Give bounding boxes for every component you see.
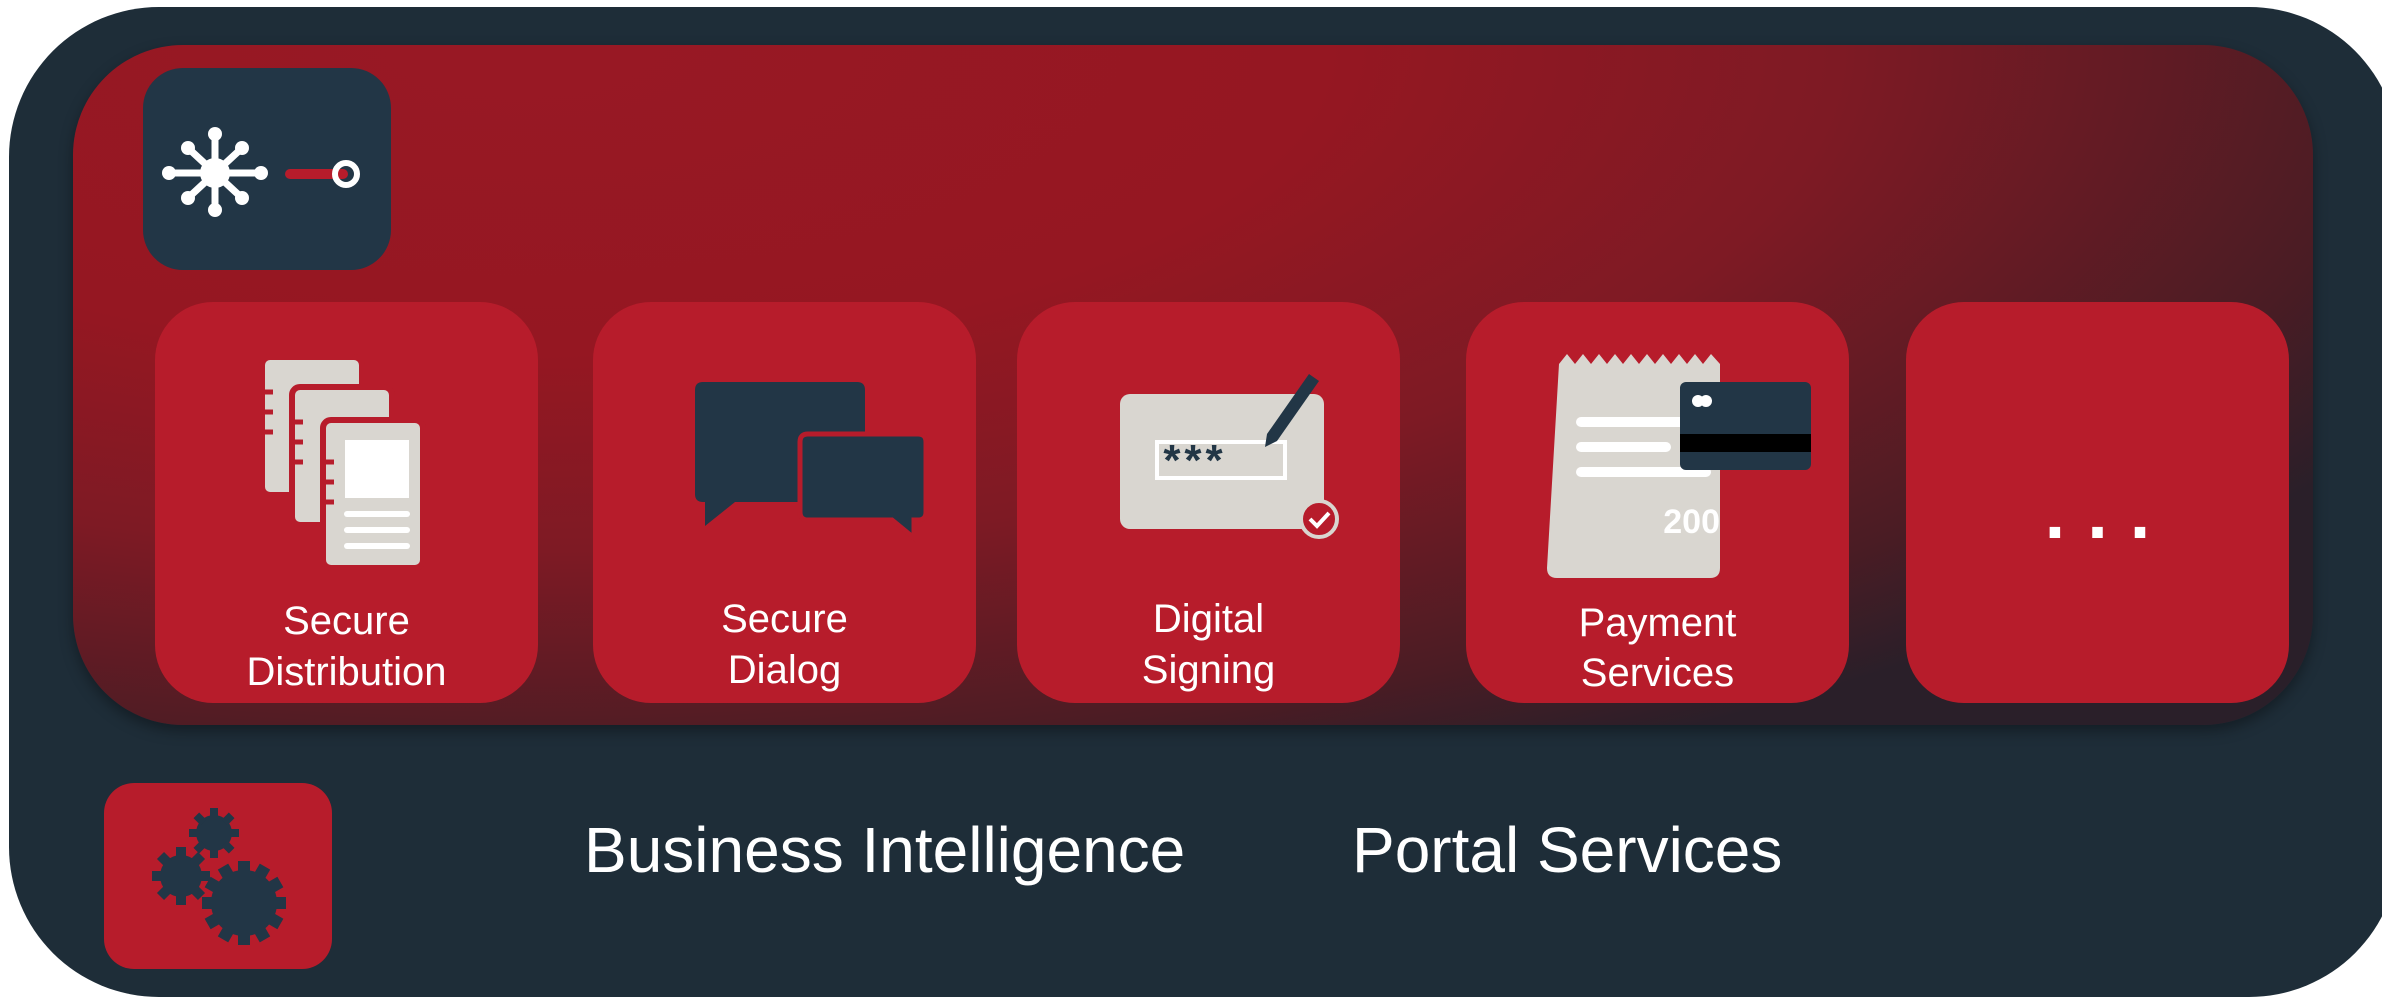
service-label-line1: Secure (721, 597, 848, 641)
service-digital-signing[interactable]: *** Digital Signing (1017, 302, 1400, 703)
service-label-line1: Payment (1578, 601, 1737, 645)
business-intelligence-label: Business Intelligence (584, 814, 1186, 886)
receipt-amount: 200 (1663, 503, 1720, 541)
service-label-line2: Distribution (246, 650, 447, 694)
service-label-line2: Signing (1141, 648, 1276, 692)
gears-icon (152, 808, 286, 945)
password-mask: *** (1163, 436, 1226, 485)
more-ellipsis: ... (2044, 471, 2173, 554)
service-secure-distribution[interactable]: Secure Distribution (155, 302, 538, 703)
service-label-line2: Dialog (727, 648, 842, 692)
service-secure-dialog[interactable]: Secure Dialog (593, 302, 976, 703)
service-label-line1: Digital (1152, 597, 1265, 641)
network-hub-icon (162, 127, 360, 217)
portal-services-label: Portal Services (1352, 814, 1783, 886)
service-more[interactable]: ... (1906, 302, 2289, 703)
hub-tile (143, 68, 391, 270)
gears-tile (104, 783, 332, 969)
service-payment-services[interactable]: 200 Payment Services (1466, 302, 1849, 703)
service-label-line2: Services (1580, 651, 1735, 695)
service-label-line1: Secure (283, 599, 410, 643)
